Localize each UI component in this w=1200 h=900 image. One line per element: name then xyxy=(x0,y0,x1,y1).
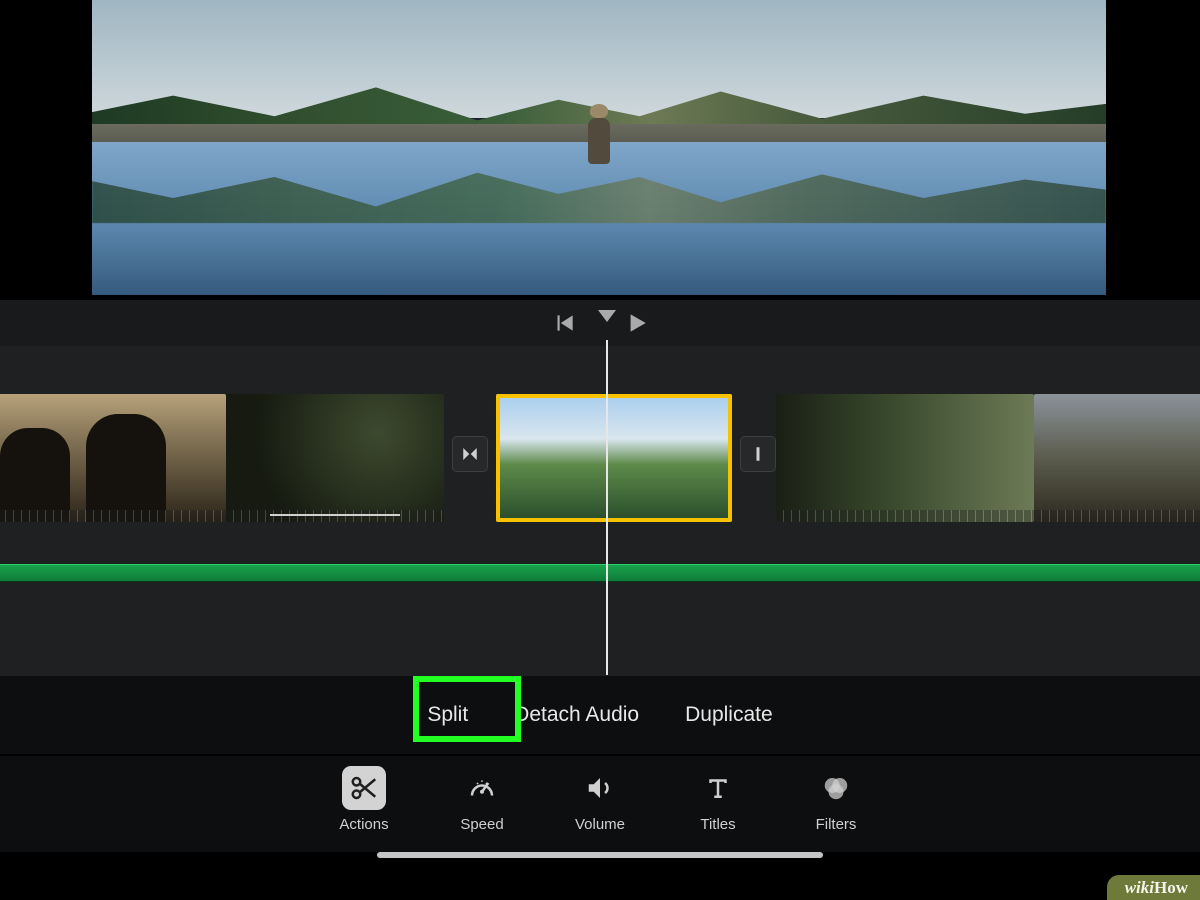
skip-back-icon xyxy=(551,310,577,336)
playhead-marker-icon[interactable] xyxy=(598,310,616,322)
speaker-icon xyxy=(585,773,615,803)
transition-icon xyxy=(461,445,479,463)
speed-tool[interactable]: Speed xyxy=(446,766,518,833)
timeline[interactable] xyxy=(0,346,1200,706)
actions-tool[interactable]: Actions xyxy=(328,766,400,833)
volume-tool[interactable]: Volume xyxy=(564,766,636,833)
tool-label: Volume xyxy=(575,816,625,833)
tool-label: Actions xyxy=(339,816,388,833)
split-button[interactable]: Split xyxy=(421,693,474,737)
toolbar: Actions Speed Volume Titles xyxy=(0,756,1200,852)
transition-handle-left[interactable] xyxy=(452,436,488,472)
transition-handle-right[interactable] xyxy=(740,436,776,472)
clip-selected[interactable] xyxy=(496,394,732,522)
duplicate-button[interactable]: Duplicate xyxy=(679,693,779,737)
toolbar-scroll-indicator[interactable] xyxy=(377,852,823,858)
skip-back-button[interactable] xyxy=(551,310,577,336)
video-track[interactable] xyxy=(0,394,1200,522)
titles-tool[interactable]: Titles xyxy=(682,766,754,833)
filters-tool[interactable]: Filters xyxy=(800,766,872,833)
clip[interactable] xyxy=(1034,394,1200,522)
tool-label: Speed xyxy=(460,816,503,833)
filters-icon xyxy=(821,773,851,803)
edge-icon xyxy=(749,445,767,463)
play-button[interactable] xyxy=(623,310,649,336)
tool-label: Filters xyxy=(816,816,857,833)
transport-bar xyxy=(0,300,1200,346)
playhead-line[interactable] xyxy=(606,340,608,675)
scissors-icon xyxy=(349,773,379,803)
wikihow-watermark: wikiHow xyxy=(1107,875,1200,900)
clip[interactable] xyxy=(0,394,226,522)
tool-label: Titles xyxy=(700,816,735,833)
gauge-icon xyxy=(467,773,497,803)
clip[interactable] xyxy=(776,394,1034,522)
video-preview[interactable] xyxy=(92,0,1106,295)
clip-action-menu: Split Detach Audio Duplicate xyxy=(0,676,1200,754)
play-icon xyxy=(623,310,649,336)
text-icon xyxy=(703,773,733,803)
clip[interactable] xyxy=(226,394,444,522)
audio-track[interactable] xyxy=(0,564,1200,582)
detach-audio-button[interactable]: Detach Audio xyxy=(508,693,645,737)
